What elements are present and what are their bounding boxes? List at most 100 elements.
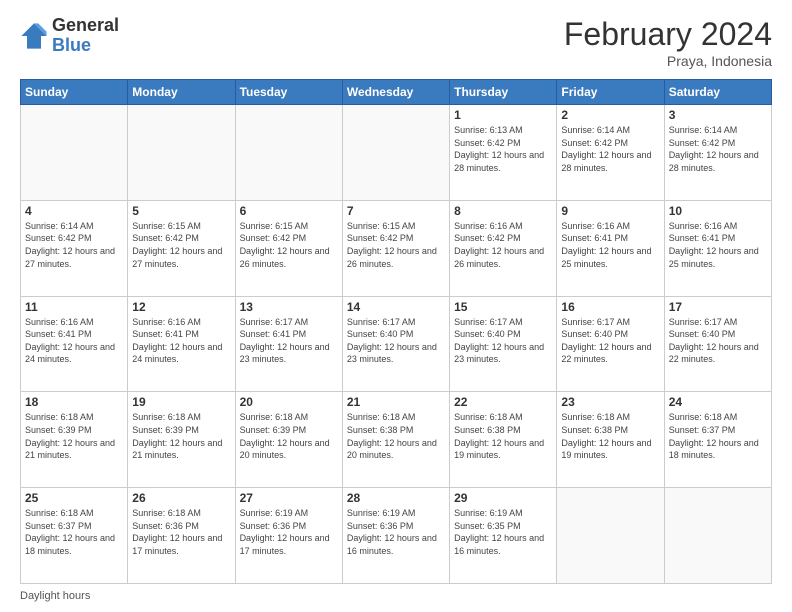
calendar-header-tuesday: Tuesday	[235, 80, 342, 105]
calendar-cell: 11Sunrise: 6:16 AMSunset: 6:41 PMDayligh…	[21, 296, 128, 392]
day-info: Sunrise: 6:15 AMSunset: 6:42 PMDaylight:…	[347, 220, 445, 270]
header: General Blue February 2024 Praya, Indone…	[20, 16, 772, 69]
day-info: Sunrise: 6:18 AMSunset: 6:37 PMDaylight:…	[669, 411, 767, 461]
day-number: 18	[25, 395, 123, 409]
day-number: 13	[240, 300, 338, 314]
day-info: Sunrise: 6:16 AMSunset: 6:42 PMDaylight:…	[454, 220, 552, 270]
day-number: 19	[132, 395, 230, 409]
calendar-cell: 5Sunrise: 6:15 AMSunset: 6:42 PMDaylight…	[128, 200, 235, 296]
calendar-cell: 29Sunrise: 6:19 AMSunset: 6:35 PMDayligh…	[450, 488, 557, 584]
day-info: Sunrise: 6:13 AMSunset: 6:42 PMDaylight:…	[454, 124, 552, 174]
calendar-table: SundayMondayTuesdayWednesdayThursdayFrid…	[20, 79, 772, 584]
day-info: Sunrise: 6:15 AMSunset: 6:42 PMDaylight:…	[240, 220, 338, 270]
logo-blue-text: Blue	[52, 36, 119, 56]
day-info: Sunrise: 6:14 AMSunset: 6:42 PMDaylight:…	[25, 220, 123, 270]
calendar-cell	[21, 105, 128, 201]
calendar-cell: 1 Sunrise: 6:13 AMSunset: 6:42 PMDaylight…	[450, 105, 557, 201]
day-number: 6	[240, 204, 338, 218]
day-info: Sunrise: 6:14 AMSunset: 6:42 PMDaylight:…	[561, 124, 659, 174]
footer: Daylight hours	[20, 590, 772, 602]
day-info: Sunrise: 6:16 AMSunset: 6:41 PMDaylight:…	[132, 316, 230, 366]
day-number: 4	[25, 204, 123, 218]
logo: General Blue	[20, 16, 119, 56]
calendar-week-1: 4 Sunrise: 6:14 AMSunset: 6:42 PMDaylight…	[21, 200, 772, 296]
calendar-cell: 10 Sunrise: 6:16 AMSunset: 6:41 PMDayligh…	[664, 200, 771, 296]
day-number: 22	[454, 395, 552, 409]
day-number: 20	[240, 395, 338, 409]
day-info: Sunrise: 6:18 AMSunset: 6:37 PMDaylight:…	[25, 507, 123, 557]
calendar-header-monday: Monday	[128, 80, 235, 105]
calendar-cell: 17 Sunrise: 6:17 AMSunset: 6:40 PMDayligh…	[664, 296, 771, 392]
calendar-cell: 14 Sunrise: 6:17 AMSunset: 6:40 PMDayligh…	[342, 296, 449, 392]
logo-icon	[20, 22, 48, 50]
calendar-cell	[128, 105, 235, 201]
day-info: Sunrise: 6:18 AMSunset: 6:39 PMDaylight:…	[25, 411, 123, 461]
day-info: Sunrise: 6:16 AMSunset: 6:41 PMDaylight:…	[561, 220, 659, 270]
day-number: 26	[132, 491, 230, 505]
calendar-cell: 28Sunrise: 6:19 AMSunset: 6:36 PMDayligh…	[342, 488, 449, 584]
day-number: 28	[347, 491, 445, 505]
calendar-week-3: 18 Sunrise: 6:18 AMSunset: 6:39 PMDayligh…	[21, 392, 772, 488]
calendar-cell: 25Sunrise: 6:18 AMSunset: 6:37 PMDayligh…	[21, 488, 128, 584]
calendar-cell	[557, 488, 664, 584]
day-number: 14	[347, 300, 445, 314]
calendar-week-2: 11 Sunrise: 6:16 AMSunset: 6:41 PMDayligh…	[21, 296, 772, 392]
day-number: 1	[454, 108, 552, 122]
day-info: Sunrise: 6:16 AMSunset: 6:41 PMDaylight:…	[669, 220, 767, 270]
calendar-header-sunday: Sunday	[21, 80, 128, 105]
day-number: 7	[347, 204, 445, 218]
day-info: Sunrise: 6:18 AMSunset: 6:38 PMDaylight:…	[454, 411, 552, 461]
day-info: Sunrise: 6:17 AMSunset: 6:40 PMDaylight:…	[561, 316, 659, 366]
day-number: 24	[669, 395, 767, 409]
calendar-header-row: SundayMondayTuesdayWednesdayThursdayFrid…	[21, 80, 772, 105]
day-number: 3	[669, 108, 767, 122]
day-number: 15	[454, 300, 552, 314]
calendar-cell: 19 Sunrise: 6:18 AMSunset: 6:39 PMDayligh…	[128, 392, 235, 488]
day-number: 27	[240, 491, 338, 505]
logo-general-text: General	[52, 16, 119, 36]
day-number: 5	[132, 204, 230, 218]
calendar-cell: 3 Sunrise: 6:14 AMSunset: 6:42 PMDaylight…	[664, 105, 771, 201]
calendar-header-friday: Friday	[557, 80, 664, 105]
day-number: 21	[347, 395, 445, 409]
day-info: Sunrise: 6:19 AMSunset: 6:36 PMDaylight:…	[240, 507, 338, 557]
calendar-cell: 8Sunrise: 6:16 AMSunset: 6:42 PMDaylight…	[450, 200, 557, 296]
day-info: Sunrise: 6:17 AMSunset: 6:40 PMDaylight:…	[347, 316, 445, 366]
calendar-cell: 4 Sunrise: 6:14 AMSunset: 6:42 PMDaylight…	[21, 200, 128, 296]
day-number: 17	[669, 300, 767, 314]
page: General Blue February 2024 Praya, Indone…	[0, 0, 792, 612]
calendar-cell	[342, 105, 449, 201]
calendar-cell: 9 Sunrise: 6:16 AMSunset: 6:41 PMDaylight…	[557, 200, 664, 296]
calendar-cell: 21Sunrise: 6:18 AMSunset: 6:38 PMDayligh…	[342, 392, 449, 488]
calendar-week-4: 25Sunrise: 6:18 AMSunset: 6:37 PMDayligh…	[21, 488, 772, 584]
calendar-header-saturday: Saturday	[664, 80, 771, 105]
day-info: Sunrise: 6:18 AMSunset: 6:39 PMDaylight:…	[132, 411, 230, 461]
calendar-cell: 18 Sunrise: 6:18 AMSunset: 6:39 PMDayligh…	[21, 392, 128, 488]
day-number: 11	[25, 300, 123, 314]
calendar-cell: 23Sunrise: 6:18 AMSunset: 6:38 PMDayligh…	[557, 392, 664, 488]
location: Praya, Indonesia	[564, 53, 772, 69]
calendar-header-wednesday: Wednesday	[342, 80, 449, 105]
day-number: 23	[561, 395, 659, 409]
calendar-cell: 27 Sunrise: 6:19 AMSunset: 6:36 PMDayligh…	[235, 488, 342, 584]
calendar-cell: 7 Sunrise: 6:15 AMSunset: 6:42 PMDaylight…	[342, 200, 449, 296]
calendar-cell: 26 Sunrise: 6:18 AMSunset: 6:36 PMDayligh…	[128, 488, 235, 584]
day-number: 29	[454, 491, 552, 505]
day-info: Sunrise: 6:18 AMSunset: 6:39 PMDaylight:…	[240, 411, 338, 461]
calendar-cell: 12Sunrise: 6:16 AMSunset: 6:41 PMDayligh…	[128, 296, 235, 392]
calendar-cell: 13Sunrise: 6:17 AMSunset: 6:41 PMDayligh…	[235, 296, 342, 392]
calendar-cell: 20 Sunrise: 6:18 AMSunset: 6:39 PMDayligh…	[235, 392, 342, 488]
day-info: Sunrise: 6:17 AMSunset: 6:40 PMDaylight:…	[454, 316, 552, 366]
day-info: Sunrise: 6:14 AMSunset: 6:42 PMDaylight:…	[669, 124, 767, 174]
title-section: February 2024 Praya, Indonesia	[564, 16, 772, 69]
calendar-cell: 22 Sunrise: 6:18 AMSunset: 6:38 PMDayligh…	[450, 392, 557, 488]
day-info: Sunrise: 6:18 AMSunset: 6:36 PMDaylight:…	[132, 507, 230, 557]
calendar-cell	[664, 488, 771, 584]
day-number: 10	[669, 204, 767, 218]
calendar-cell: 6 Sunrise: 6:15 AMSunset: 6:42 PMDaylight…	[235, 200, 342, 296]
day-info: Sunrise: 6:17 AMSunset: 6:40 PMDaylight:…	[669, 316, 767, 366]
calendar-week-0: 1 Sunrise: 6:13 AMSunset: 6:42 PMDaylight…	[21, 105, 772, 201]
day-number: 9	[561, 204, 659, 218]
logo-text: General Blue	[52, 16, 119, 56]
calendar-cell	[235, 105, 342, 201]
